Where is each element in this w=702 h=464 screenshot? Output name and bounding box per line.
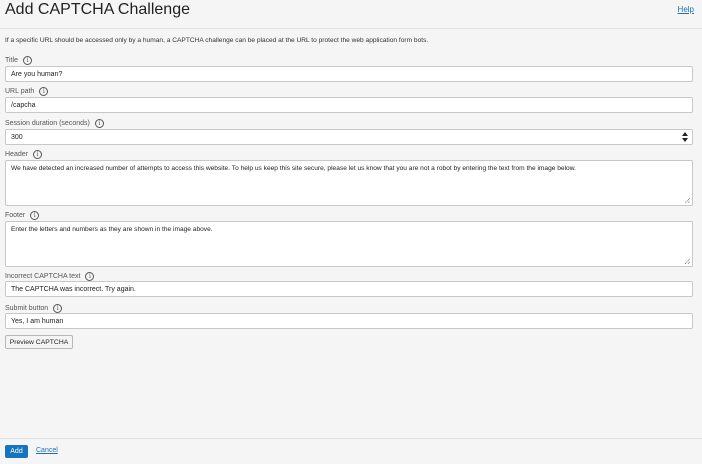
session-duration-spinner[interactable] [681,132,689,142]
header-textarea[interactable]: We have detected an increased number of … [5,160,693,206]
page-header: Add CAPTCHA Challenge Help [0,0,702,29]
page-title: Add CAPTCHA Challenge [5,1,190,18]
submit-button-input[interactable]: Yes, I am human [5,313,693,329]
url-path-label: URL path i [5,87,49,96]
submit-button-label: Submit button i [5,304,63,313]
footer-info-icon[interactable]: i [30,211,40,220]
footer-textarea-value: Enter the letters and numbers as they ar… [11,226,213,233]
url-path-label-text: URL path [5,88,35,95]
help-link[interactable]: Help [678,5,694,14]
incorrect-text-info-icon[interactable]: i [85,272,95,281]
url-path-info-icon[interactable]: i [39,87,49,96]
title-info-icon[interactable]: i [22,56,32,65]
session-duration-label-text: Session duration (seconds) [5,120,90,127]
footer-textarea[interactable]: Enter the letters and numbers as they ar… [5,221,693,267]
preview-captcha-button[interactable]: Preview CAPTCHA [5,335,73,349]
url-path-input[interactable]: /capcha [5,97,693,113]
footer-label-text: Footer [5,212,26,219]
session-duration-label: Session duration (seconds) i [5,119,104,128]
incorrect-text-label: Incorrect CAPTCHA text i [5,272,95,281]
spinner-up-icon[interactable] [682,132,688,136]
spinner-down-icon[interactable] [682,138,688,142]
session-duration-info-icon[interactable]: i [94,119,104,128]
header-label-text: Header [5,151,28,158]
incorrect-text-label-text: Incorrect CAPTCHA text [5,273,81,280]
incorrect-text-input[interactable]: The CAPTCHA was incorrect. Try again. [5,281,693,297]
header-label: Header i [5,150,42,159]
resize-grip-icon[interactable] [685,259,690,264]
title-label-text: Title [5,57,18,64]
resize-grip-icon[interactable] [685,198,690,203]
footer-bar: Add Cancel [0,438,702,464]
add-button[interactable]: Add [5,445,28,458]
footer-label: Footer i [5,211,40,220]
session-duration-value: 300 [11,134,23,141]
cancel-link[interactable]: Cancel [36,447,58,454]
header-textarea-value: We have detected an increased number of … [11,165,576,172]
title-label: Title i [5,56,32,65]
title-input[interactable]: Are you human? [5,66,693,82]
intro-text: If a specific URL should be accessed onl… [5,37,429,44]
submit-button-info-icon[interactable]: i [53,304,63,313]
header-info-icon[interactable]: i [32,150,42,159]
session-duration-input[interactable]: 300 [5,129,693,145]
submit-button-label-text: Submit button [5,305,49,312]
